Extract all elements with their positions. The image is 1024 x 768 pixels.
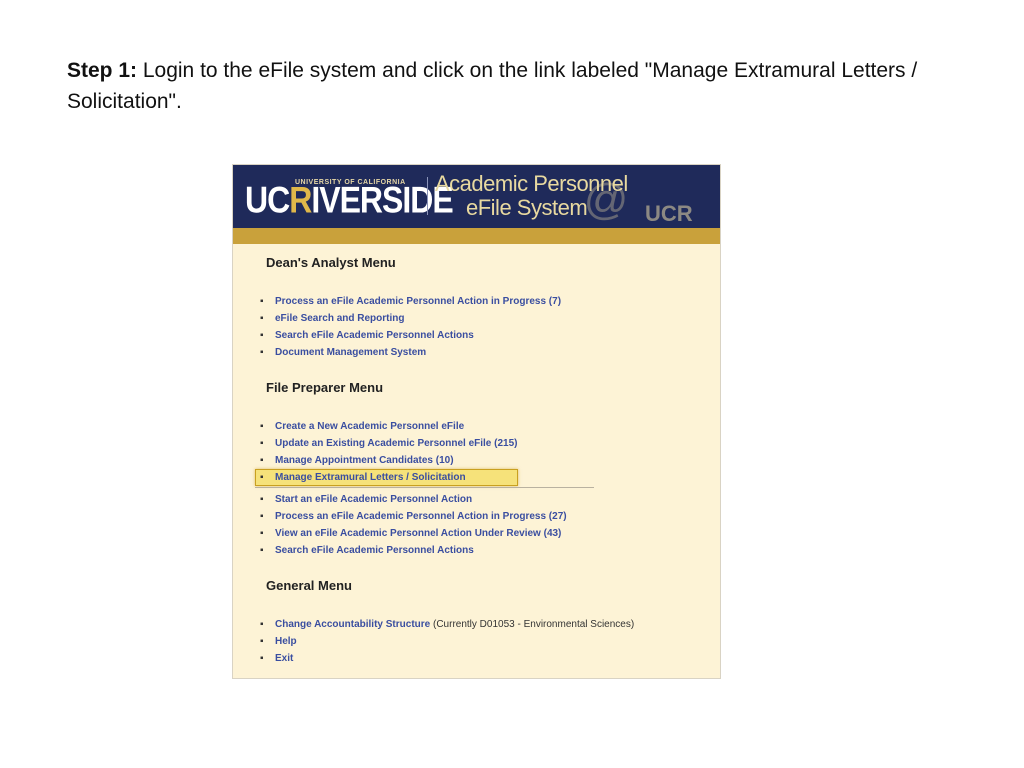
ucr-watermark: UCR <box>645 201 693 226</box>
file-preparer-menu-list: Create a New Academic Personnel eFile Up… <box>260 418 518 486</box>
menu-link[interactable]: Create a New Academic Personnel eFile <box>275 421 464 432</box>
deans-analyst-menu-list: Process an eFile Academic Personnel Acti… <box>260 293 561 361</box>
manage-extramural-letters-link[interactable]: Manage Extramural Letters / Solicitation <box>275 472 466 483</box>
app-title-line1: Academic Personnel <box>435 171 628 196</box>
ucr-logo: UCRIVERSIDE <box>245 179 454 222</box>
menu-link[interactable]: Process an eFile Academic Personnel Acti… <box>275 511 567 522</box>
efile-screenshot: UNIVERSITY OF CALIFORNIA UCRIVERSIDE @ U… <box>232 164 721 679</box>
list-item: Document Management System <box>260 344 561 361</box>
list-item: Update an Existing Academic Personnel eF… <box>260 435 518 452</box>
list-item: eFile Search and Reporting <box>260 310 561 327</box>
menu-link[interactable]: Search eFile Academic Personnel Actions <box>275 330 474 341</box>
app-title-line2: eFile System <box>466 195 588 220</box>
list-item: Process an eFile Academic Personnel Acti… <box>260 293 561 310</box>
menu-link[interactable]: eFile Search and Reporting <box>275 313 404 324</box>
help-link[interactable]: Help <box>275 636 297 647</box>
menu-link[interactable]: Start an eFile Academic Personnel Action <box>275 494 472 505</box>
list-item: Manage Appointment Candidates (10) <box>260 452 518 469</box>
menu-link[interactable]: Document Management System <box>275 347 426 358</box>
logo-rest: IVERSIDE <box>311 179 453 221</box>
list-item: Exit <box>260 650 634 667</box>
menu-link[interactable]: Process an eFile Academic Personnel Acti… <box>275 296 561 307</box>
step-label: Step 1: <box>67 59 138 82</box>
menu-link[interactable]: Search eFile Academic Personnel Actions <box>275 545 474 556</box>
list-item: Search eFile Academic Personnel Actions <box>260 542 567 559</box>
list-item: Search eFile Academic Personnel Actions <box>260 327 561 344</box>
menu-link[interactable]: Update an Existing Academic Personnel eF… <box>275 438 518 449</box>
list-item: Change Accountability Structure (Current… <box>260 616 634 633</box>
general-menu-list: Change Accountability Structure (Current… <box>260 616 634 667</box>
logo-uc: UC <box>245 179 290 221</box>
logo-divider <box>427 177 428 215</box>
menu-link[interactable]: View an eFile Academic Personnel Action … <box>275 528 561 539</box>
general-menu-heading: General Menu <box>266 578 352 593</box>
list-item: Manage Extramural Letters / Solicitation <box>260 469 518 486</box>
list-item: Process an eFile Academic Personnel Acti… <box>260 508 567 525</box>
header-banner: UNIVERSITY OF CALIFORNIA UCRIVERSIDE @ U… <box>233 165 720 228</box>
gold-divider-bar <box>233 228 720 244</box>
list-item: Start an eFile Academic Personnel Action <box>260 491 567 508</box>
file-preparer-menu-heading: File Preparer Menu <box>266 380 384 395</box>
change-accountability-link[interactable]: Change Accountability Structure <box>275 619 430 630</box>
instruction-text: Step 1: Login to the eFile system and cl… <box>67 55 967 117</box>
exit-link[interactable]: Exit <box>275 653 293 664</box>
list-item: View an eFile Academic Personnel Action … <box>260 525 567 542</box>
list-item: Help <box>260 633 634 650</box>
logo-r: R <box>289 179 312 221</box>
file-preparer-menu-list-2: Start an eFile Academic Personnel Action… <box>260 491 567 559</box>
menu-link[interactable]: Manage Appointment Candidates (10) <box>275 455 454 466</box>
deans-analyst-menu-heading: Dean's Analyst Menu <box>266 255 396 270</box>
instruction-body: Login to the eFile system and click on t… <box>67 59 918 113</box>
separator-line <box>255 487 594 488</box>
list-item: Create a New Academic Personnel eFile <box>260 418 518 435</box>
accountability-note: (Currently D01053 - Environmental Scienc… <box>430 619 635 630</box>
